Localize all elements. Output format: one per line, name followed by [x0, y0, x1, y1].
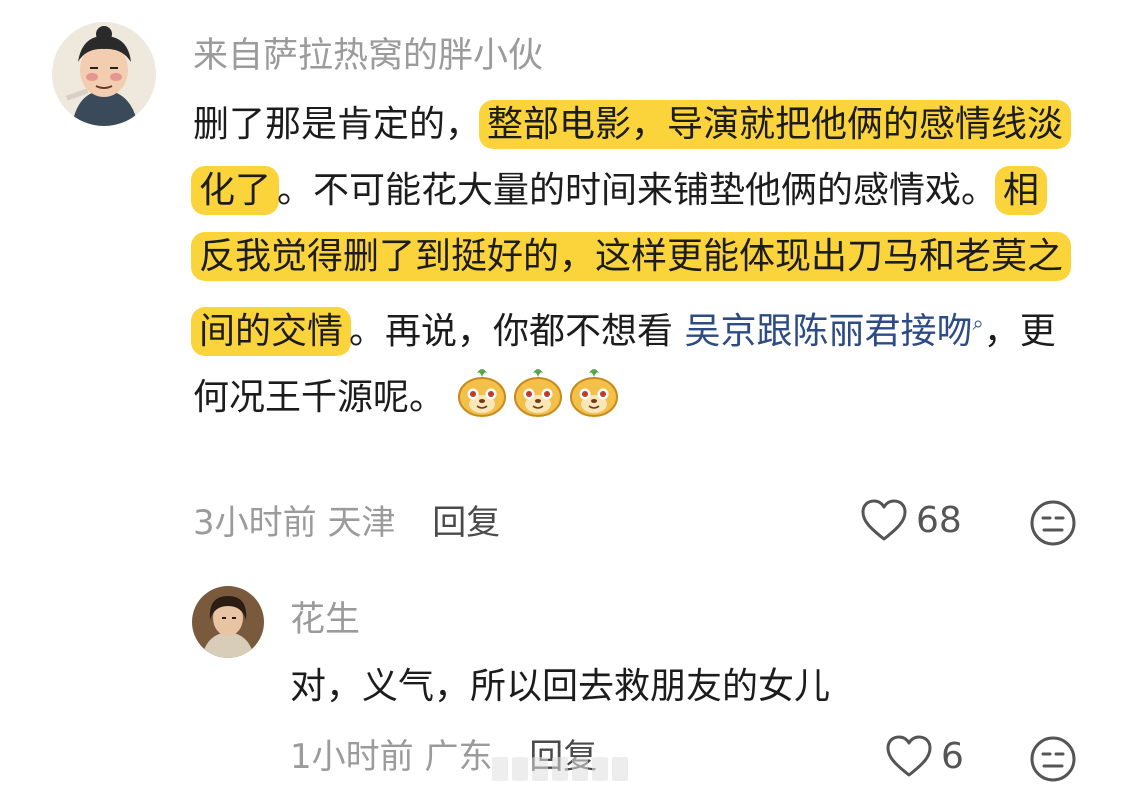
dog-emoji-icon — [514, 369, 563, 417]
avatar[interactable] — [52, 22, 156, 126]
comment-time: 1小时前 — [290, 737, 414, 777]
comment-meta: 3小时前 天津 回复 — [193, 503, 500, 543]
like-count: 68 — [916, 499, 962, 541]
neutral-face-icon — [1030, 736, 1076, 782]
like-button[interactable]: 68 — [860, 498, 962, 542]
emoji-group — [455, 365, 621, 419]
reply-button[interactable]: 回复 — [432, 503, 500, 543]
dog-emoji-icon — [570, 369, 619, 417]
comment-text: 删了那是肯定的， 整部电影，导演就把他俩的感情线淡化了 。不可能花大量的时间来铺垫他… — [191, 92, 1072, 431]
comment-location: 天津 — [327, 503, 396, 543]
dog-emoji-icon — [458, 369, 507, 417]
comment-location: 广东 — [424, 737, 493, 777]
comment-text: 对，义气，所以回去救朋友的女儿 — [290, 666, 831, 707]
comment-text-segment: 。再说，你都不想看 — [349, 311, 685, 352]
dislike-button[interactable] — [1029, 735, 1077, 783]
neutral-face-icon — [1030, 500, 1076, 546]
like-count: 6 — [941, 735, 964, 777]
heart-icon — [886, 735, 932, 777]
heart-icon — [861, 499, 907, 541]
search-link[interactable]: 吴京跟陈丽君接吻 — [684, 311, 972, 352]
watermark — [492, 757, 642, 787]
avatar[interactable] — [192, 586, 264, 658]
comment-time: 3小时前 — [193, 503, 317, 543]
comment-text-segment: 。不可能花大量的时间来铺垫他俩的感情戏。 — [277, 170, 998, 211]
like-button[interactable]: 6 — [885, 734, 964, 778]
search-icon[interactable]: ⌕ — [972, 311, 983, 335]
dislike-button[interactable] — [1029, 499, 1077, 547]
username[interactable]: 花生 — [290, 600, 360, 640]
username[interactable]: 来自萨拉热窝的胖小伙 — [193, 36, 543, 76]
comment-text-segment: 删了那是肯定的， — [193, 104, 482, 145]
